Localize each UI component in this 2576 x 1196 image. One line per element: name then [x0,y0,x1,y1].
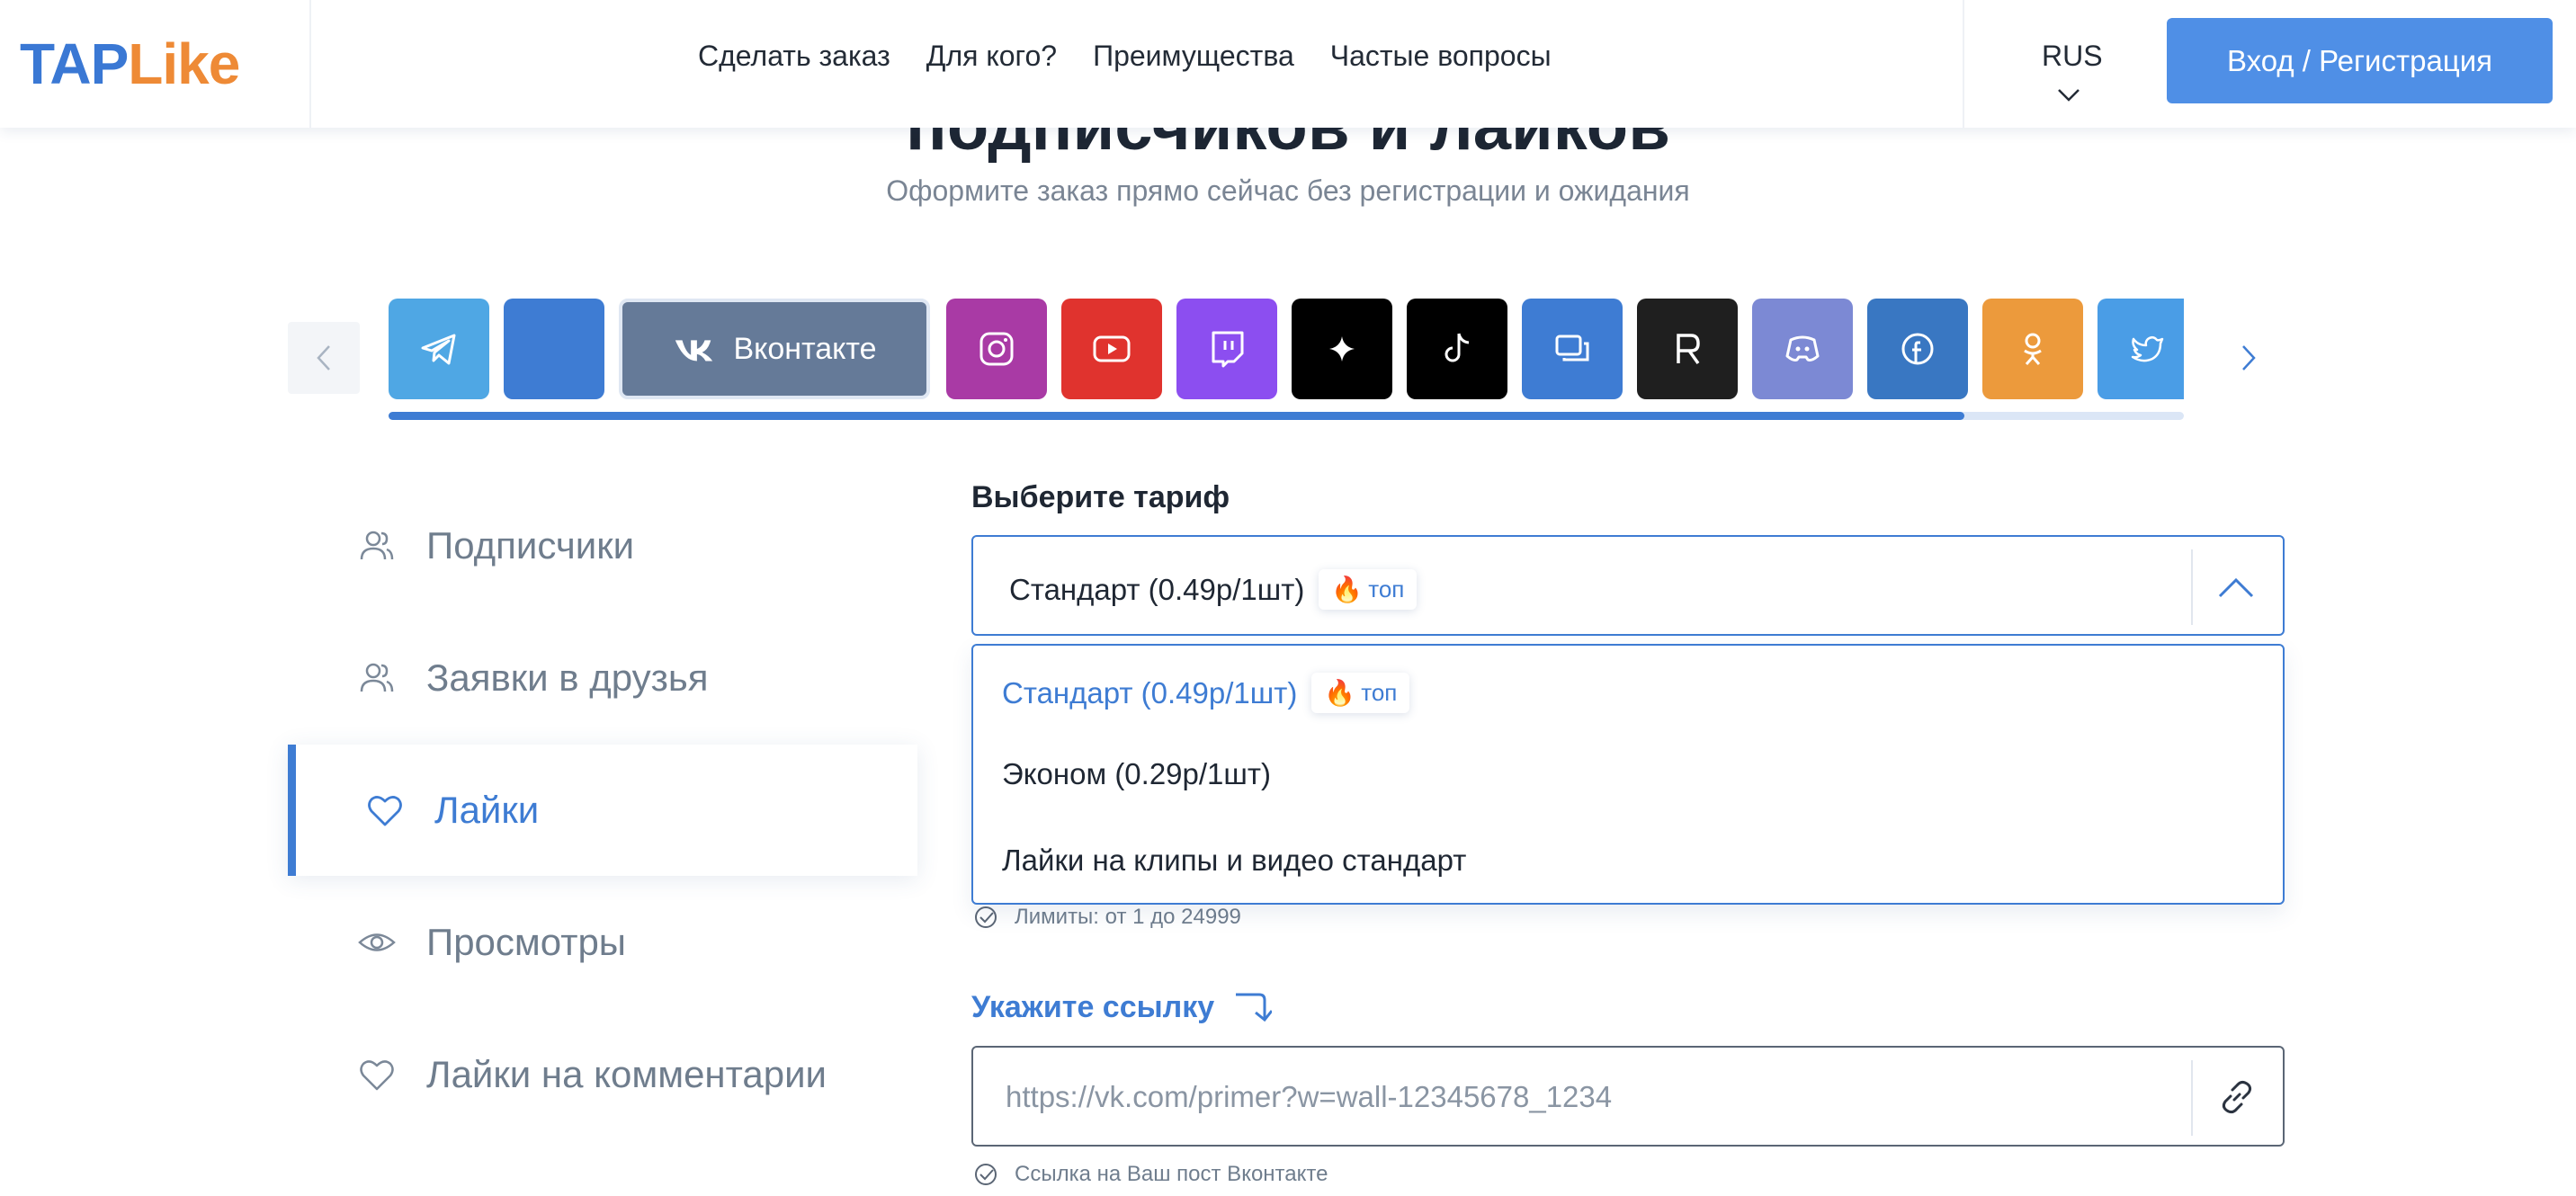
link-icon[interactable] [2214,1075,2259,1120]
logo[interactable]: TAPLike [20,31,240,97]
youtube-icon [1093,335,1131,362]
tariff-dropdown: Стандарт (0.49р/1шт) 🔥 топ Эконом (0.29р/… [971,644,2285,905]
top-badge: 🔥 топ [1311,673,1410,713]
chevron-left-icon [317,345,330,370]
check-circle-icon [975,906,997,928]
chevron-up-icon[interactable] [2209,567,2263,607]
fire-icon: 🔥 [1331,576,1364,603]
carousel-scroll-bar[interactable] [389,412,2184,420]
tile-tiktok[interactable] [1407,299,1507,399]
post-link-input[interactable] [1006,1075,2157,1120]
discord-icon [1785,335,1820,361]
carousel-prev-button[interactable] [288,322,360,394]
login-register-button[interactable]: Вход / Регистрация [2167,18,2553,103]
input-divider [2191,1060,2193,1136]
nav-link-order[interactable]: Сделать заказ [698,40,890,73]
link-hint: Ссылка на Ваш пост Вконтакте [973,1162,1328,1187]
limits-hint: Лимиты: от 1 до 24999 [973,905,1241,930]
sidebar-item-friend-requests[interactable]: Заявки в друзья [288,612,917,744]
heart-icon [360,1060,394,1091]
nav-link-faq[interactable]: Частые вопросы [1330,40,1552,73]
tile-instagram[interactable] [946,299,1047,399]
tariff-select[interactable]: Стандарт (0.49р/1шт) 🔥 топ [971,535,2285,636]
sidebar-item-comment-likes[interactable]: Лайки на комментарии [288,1009,917,1140]
tiktok-icon [1445,333,1470,362]
language-label: RUS [2042,40,2103,72]
tile-odnoklassniki[interactable] [1982,299,2083,399]
facebook-icon [1901,333,1934,365]
fire-icon: 🔥 [1324,679,1356,707]
nav-link-audience[interactable]: Для кого? [926,40,1057,73]
twitch-icon [1212,331,1244,368]
sidebar-item-views[interactable]: Просмотры [288,877,917,1008]
sidebar-item-label: Лайки на комментарии [426,1053,827,1095]
odnoklassniki-icon [2024,333,2042,365]
tile-youtube[interactable] [1061,299,1162,399]
main-nav: Сделать заказ Для кого? Преимущества Час… [698,40,1552,73]
sidebar-item-likes[interactable]: Лайки [288,745,917,876]
tile-vkontakte-label: Вконтакте [733,331,877,366]
tile-facebook[interactable] [1867,299,1968,399]
tariff-select-value: Стандарт (0.49р/1шт) 🔥 топ [1009,569,1418,610]
twitter-icon [2131,336,2164,362]
tile-twitch[interactable] [1176,299,1277,399]
users-icon [360,663,394,692]
carousel-next-button[interactable] [2213,322,2285,394]
tile-telegram[interactable] [389,299,489,399]
post-link-field[interactable] [971,1046,2285,1147]
tile-vkontakte[interactable]: Вконтакте [619,299,930,399]
hero-subtitle: Оформите заказ прямо сейчас без регистра… [886,174,1690,207]
telegram-icon [421,334,456,365]
instagram-icon [979,332,1014,366]
chevron-right-icon [2242,345,2256,370]
chevron-down-icon [2058,89,2080,102]
tariff-label: Выберите тариф [971,480,1230,514]
check-circle-icon [975,1164,997,1185]
carousel-scroll-thumb[interactable] [389,412,1965,420]
sidebar-item-label: Просмотры [426,921,626,963]
sidebar-item-subscribers[interactable]: Подписчики [288,480,917,611]
logo-container: TAPLike [0,0,311,128]
tile-discord[interactable] [1752,299,1853,399]
chat-icon [1555,335,1589,361]
tile-unnamed[interactable] [504,299,604,399]
nav-link-advantages[interactable]: Преимущества [1093,40,1294,73]
tile-chat[interactable] [1522,299,1623,399]
tariff-option-standard[interactable]: Стандарт (0.49р/1шт) 🔥 топ [1002,673,1410,713]
vk-icon [675,340,713,361]
users-icon [360,531,394,560]
tile-sparkle[interactable] [1292,299,1392,399]
language-selector[interactable]: RUS [1963,0,2169,128]
tariff-selected-text: Стандарт (0.49р/1шт) [1009,572,1305,606]
heart-icon [368,796,402,826]
social-network-carousel: Вконтакте [389,299,2184,399]
arrow-down-right-icon [1236,993,1273,1022]
eye-icon [358,933,396,951]
rutube-icon [1677,334,1700,365]
tariff-option-economy[interactable]: Эконом (0.29р/1шт) [1002,757,1271,791]
tariff-option-clips[interactable]: Лайки на клипы и видео стандарт [1002,843,1466,878]
link-label: Укажите ссылку [971,989,1273,1025]
sidebar-item-label: Подписчики [426,524,635,567]
select-divider [2191,549,2193,625]
top-badge: 🔥 топ [1319,569,1418,610]
tile-rutube[interactable] [1637,299,1738,399]
tile-twitter[interactable] [2097,299,2184,399]
sidebar-item-label: Лайки [434,789,540,831]
sidebar-item-label: Заявки в друзья [426,656,709,699]
site-header: TAPLike Сделать заказ Для кого? Преимуще… [0,0,2576,128]
sparkle-icon [1329,336,1355,361]
